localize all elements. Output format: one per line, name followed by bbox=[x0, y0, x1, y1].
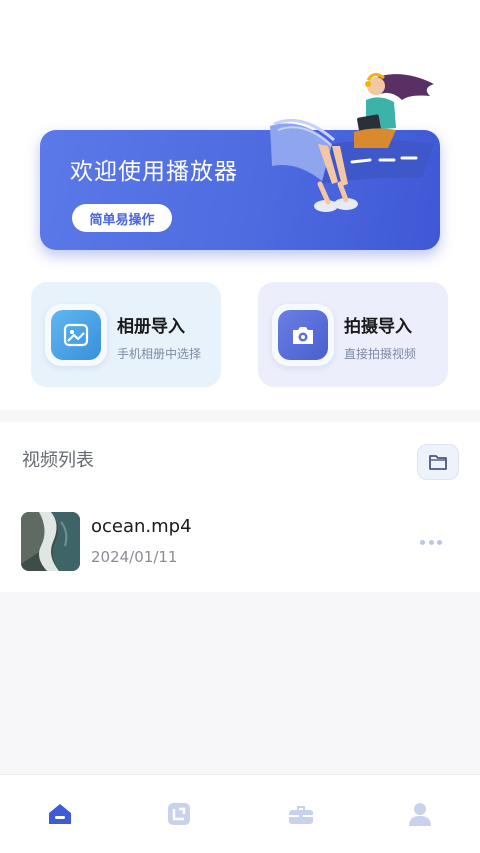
camera-icon-wrap bbox=[272, 304, 334, 366]
camera-icon bbox=[278, 310, 328, 360]
list-item[interactable]: ocean.mp4 2024/01/11 bbox=[0, 508, 480, 574]
home-icon[interactable] bbox=[45, 799, 75, 829]
album-import-card[interactable]: 相册导入 手机相册中选择 bbox=[31, 282, 221, 387]
easy-operation-button[interactable]: 简单易操作 bbox=[72, 204, 172, 232]
video-list-title: 视频列表 bbox=[22, 450, 94, 471]
ocean-thumbnail bbox=[21, 512, 80, 571]
bottom-nav bbox=[0, 774, 480, 853]
folder-icon bbox=[429, 455, 447, 470]
banner-title: 欢迎使用播放器 bbox=[70, 159, 238, 185]
camera-import-title: 拍摄导入 bbox=[344, 317, 412, 337]
video-name: ocean.mp4 bbox=[91, 516, 192, 537]
more-dots-icon[interactable] bbox=[414, 536, 448, 548]
video-list-section: 视频列表 ocean.mp4 2024/01/11 bbox=[0, 422, 480, 592]
video-date: 2024/01/11 bbox=[91, 548, 178, 566]
camera-import-subtitle: 直接拍摄视频 bbox=[344, 347, 417, 361]
user-icon[interactable] bbox=[405, 799, 435, 829]
crop-icon[interactable] bbox=[164, 799, 194, 829]
reading-girl-illustration bbox=[270, 73, 434, 212]
camera-import-card[interactable]: 拍摄导入 直接拍摄视频 bbox=[258, 282, 448, 387]
image-icon bbox=[51, 310, 101, 360]
album-import-subtitle: 手机相册中选择 bbox=[117, 347, 202, 361]
album-import-title: 相册导入 bbox=[117, 317, 185, 337]
toolbox-icon[interactable] bbox=[286, 799, 316, 829]
folder-button[interactable] bbox=[417, 444, 459, 480]
album-icon-wrap bbox=[45, 304, 107, 366]
